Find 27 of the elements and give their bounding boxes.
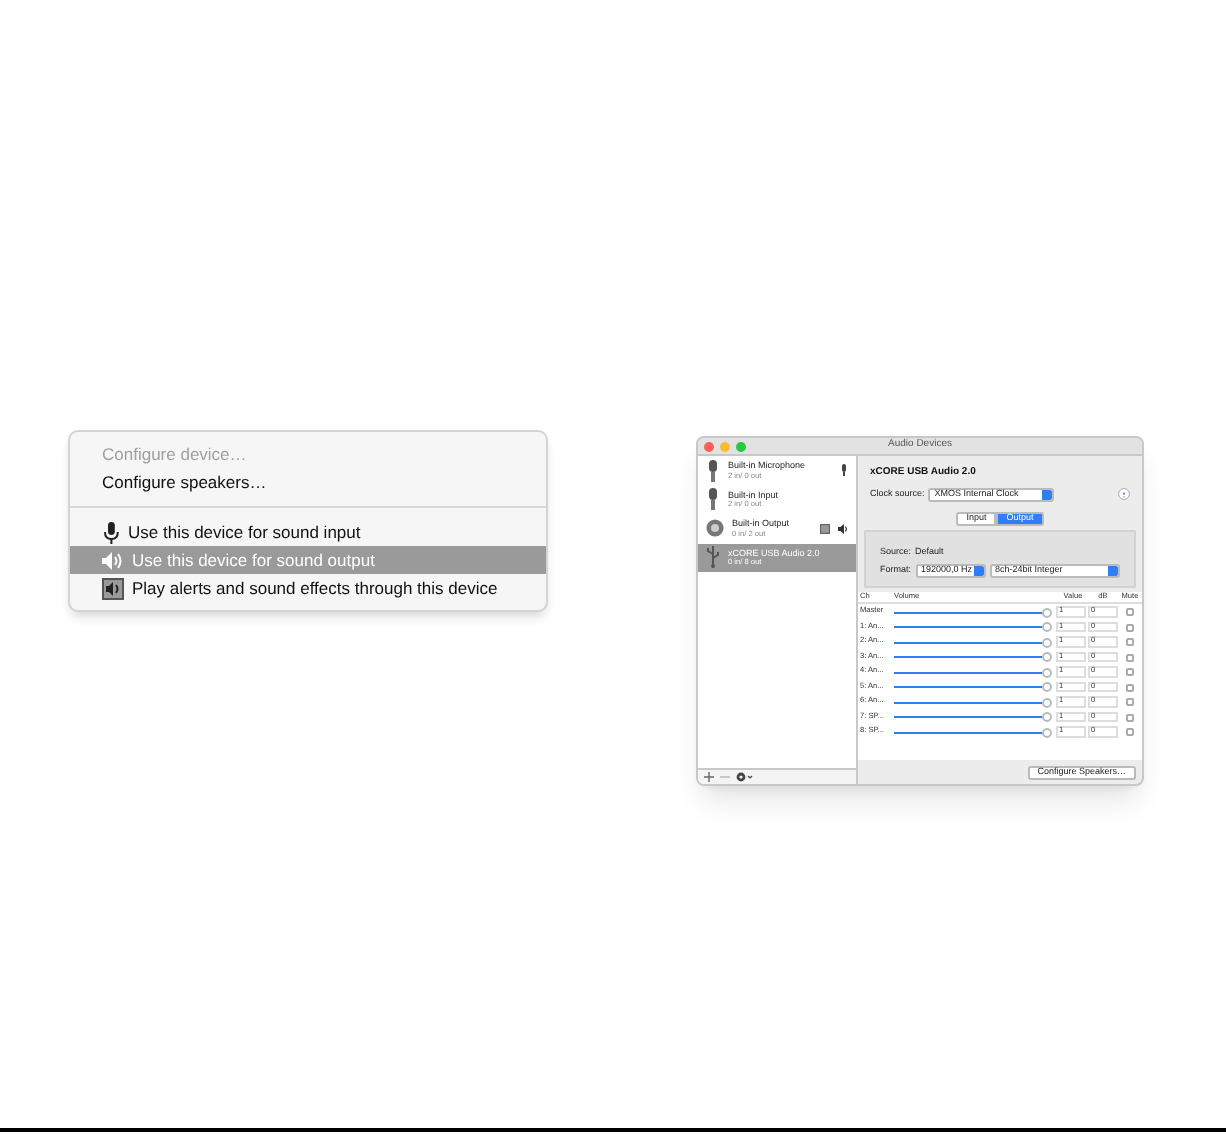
remove-icon [720, 772, 730, 782]
menu-item[interactable]: Use this device for sound input [70, 518, 546, 546]
mute-checkbox[interactable] [1126, 608, 1134, 616]
microphone-icon [102, 521, 120, 543]
menu-item[interactable]: Configure speakers… [70, 468, 546, 496]
mute-checkbox[interactable] [1126, 653, 1134, 661]
mute-checkbox[interactable] [1126, 713, 1134, 721]
speaker-icon [706, 518, 724, 539]
microphone-icon [706, 459, 720, 482]
mute-checkbox[interactable] [1126, 683, 1134, 691]
microphone-icon [706, 488, 720, 511]
mute-checkbox[interactable] [1126, 728, 1134, 736]
menu-item: Configure device… [100, 441, 249, 468]
menu-item[interactable]: Play alerts and sound effects through this device [70, 574, 546, 602]
mute-checkbox[interactable] [1126, 623, 1134, 631]
mute-checkbox[interactable] [1126, 668, 1134, 676]
alert-sound-icon [102, 577, 124, 599]
alert-sound-icon [820, 523, 830, 534]
mute-checkbox[interactable] [1126, 638, 1134, 646]
mute-checkbox[interactable] [1126, 698, 1134, 706]
zoom-button[interactable] [736, 442, 746, 452]
speaker-icon [102, 551, 124, 569]
close-button[interactable] [704, 442, 714, 452]
minimize-button[interactable] [720, 442, 730, 452]
add-icon [704, 772, 714, 782]
usb-icon [706, 546, 720, 569]
help-icon [1118, 488, 1130, 500]
